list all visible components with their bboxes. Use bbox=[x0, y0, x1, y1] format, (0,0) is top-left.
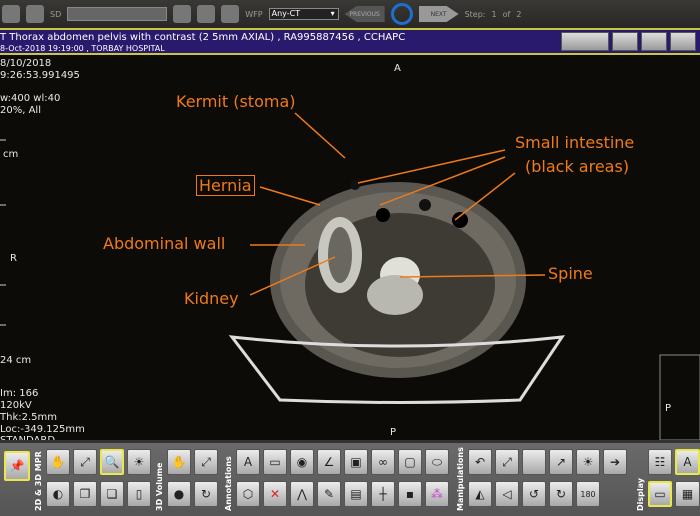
step-of: of bbox=[502, 9, 511, 19]
series-title-bar: T Thorax abdomen pelvis with contrast (2… bbox=[0, 28, 700, 55]
pixel-probe-icon[interactable]: ▪ bbox=[398, 481, 422, 507]
display-layout-icon[interactable]: ☷ bbox=[648, 449, 672, 475]
label-black-areas: (black areas) bbox=[525, 157, 630, 176]
sd-label: SD bbox=[50, 9, 62, 19]
step-total: 2 bbox=[516, 9, 522, 19]
angle-icon[interactable]: ∠ bbox=[317, 449, 341, 475]
label-kermit: Kermit (stoma) bbox=[176, 92, 296, 111]
rotate-left-icon[interactable]: ↺ bbox=[522, 481, 546, 507]
scale-unit: cm bbox=[3, 149, 19, 160]
series-title: T Thorax abdomen pelvis with contrast (2… bbox=[0, 32, 406, 43]
study-date: 8/10/2018 bbox=[0, 58, 52, 69]
link-dropdown-button[interactable] bbox=[561, 32, 609, 51]
3d-free-rotate-icon[interactable]: ↻ bbox=[194, 481, 218, 507]
3d-fit-icon[interactable]: ⤢ bbox=[194, 449, 218, 475]
delete-annotation-icon[interactable]: ✕ bbox=[263, 481, 287, 507]
wfp-label: WFP bbox=[245, 9, 263, 19]
density-icon[interactable]: ⁂ bbox=[425, 481, 449, 507]
label-hernia: Hernia bbox=[196, 175, 255, 196]
invert-icon[interactable]: ◐ bbox=[46, 481, 70, 507]
tape-measure-icon[interactable]: ◉ bbox=[290, 449, 314, 475]
flip-vertical-icon[interactable]: ◭ bbox=[468, 481, 492, 507]
window-level: w:400 wl:40 bbox=[0, 93, 61, 104]
worklist-icon[interactable] bbox=[26, 5, 44, 23]
text-arrow-icon[interactable]: A bbox=[236, 449, 260, 475]
top-toolbar: SD WFP Any-CT ▾ PREVIOUS NEXT Step: 1 of … bbox=[0, 0, 700, 28]
image-viewport[interactable]: 8/10/2018 9:26:53.991495 w:400 wl:40 20%… bbox=[0, 55, 700, 446]
previous-button[interactable]: PREVIOUS bbox=[344, 6, 385, 22]
fit-icon[interactable]: ⤢ bbox=[495, 449, 519, 475]
stack-icon[interactable]: ❐ bbox=[73, 481, 97, 507]
step-current: 1 bbox=[491, 9, 497, 19]
scale-box bbox=[659, 354, 700, 440]
orientation-top: A bbox=[394, 63, 401, 74]
roi-icon[interactable]: ▣ bbox=[344, 449, 368, 475]
single-view-icon[interactable]: ▭ bbox=[648, 481, 672, 507]
rotate-right-icon[interactable]: ↻ bbox=[549, 481, 573, 507]
zoom-level: 20%, All bbox=[0, 105, 41, 116]
multi-view-icon[interactable]: ▦ bbox=[675, 481, 700, 507]
scale-length: 24 cm bbox=[0, 355, 32, 366]
crosshair-icon[interactable]: ┼ bbox=[371, 481, 395, 507]
wfp-value: Any-CT bbox=[271, 9, 301, 18]
undo-icon[interactable]: ↶ bbox=[468, 449, 492, 475]
users-icon[interactable] bbox=[197, 5, 216, 23]
study-info: 8-Oct-2018 19:19:00 , TORBAY HOSPITAL bbox=[0, 44, 165, 53]
layout-grid-button[interactable] bbox=[670, 32, 696, 51]
sync-icon[interactable] bbox=[390, 3, 413, 25]
sd-input[interactable] bbox=[67, 7, 168, 21]
orientation-right: P bbox=[665, 403, 672, 414]
label-spine: Spine bbox=[548, 264, 593, 283]
slice-thickness: Thk:2.5mm bbox=[0, 412, 57, 423]
ruler-box-icon[interactable]: ▤ bbox=[344, 481, 368, 507]
orientation-bottom: P bbox=[390, 427, 397, 438]
polygon-icon[interactable]: ⬡ bbox=[236, 481, 260, 507]
kvp: 120kV bbox=[0, 400, 32, 411]
label-abdominal-wall: Abdominal wall bbox=[103, 234, 226, 253]
orientation-left: R bbox=[10, 253, 17, 264]
fit-screen-icon[interactable]: ⤢ bbox=[73, 449, 97, 475]
loop-icon[interactable]: ∞ bbox=[371, 449, 395, 475]
stack-bulb-icon[interactable]: ❏ bbox=[100, 481, 124, 507]
study-time: 9:26:53.991495 bbox=[0, 70, 80, 81]
group-2d3d-label: 2D & 3D MPR bbox=[34, 451, 43, 511]
caliper-icon[interactable]: ⋀ bbox=[290, 481, 314, 507]
clipboard-icon[interactable]: ▯ bbox=[127, 481, 151, 507]
group-manipulations-label: Manipulations bbox=[456, 447, 465, 511]
wfp-select[interactable]: Any-CT ▾ bbox=[268, 8, 339, 20]
brightness-icon[interactable]: ☀ bbox=[127, 449, 151, 475]
clapper-icon[interactable] bbox=[221, 5, 240, 23]
head-icon-button[interactable] bbox=[641, 32, 667, 51]
rectangle-icon[interactable]: ▢ bbox=[398, 449, 422, 475]
pointer-arrow-icon[interactable]: ↗ bbox=[549, 449, 573, 475]
ellipse-icon[interactable]: ⬭ bbox=[425, 449, 449, 475]
image-number: Im: 166 bbox=[0, 388, 39, 399]
3d-pan-icon[interactable]: ✋ bbox=[167, 449, 191, 475]
tool-palette: 📌 2D & 3D MPR ✋ ⤢ 🔍 ☀ ◐ ❐ ❏ ▯ 3D Volume … bbox=[0, 440, 700, 516]
pin-icon[interactable]: 📌 bbox=[4, 451, 30, 481]
forward-icon[interactable]: ➔ bbox=[603, 449, 627, 475]
blank-tool-icon[interactable] bbox=[522, 449, 546, 475]
add-icon[interactable] bbox=[173, 5, 192, 23]
pen-button[interactable] bbox=[612, 32, 638, 51]
display-text-icon[interactable]: A bbox=[675, 449, 700, 475]
magnify-icon[interactable]: 🔍 bbox=[100, 449, 124, 475]
3d-rotate-icon[interactable]: ● bbox=[167, 481, 191, 507]
next-button[interactable]: NEXT bbox=[418, 6, 459, 22]
pan-hand-icon[interactable]: ✋ bbox=[46, 449, 70, 475]
group-annotations-label: Annotations bbox=[224, 456, 233, 511]
text-box-icon[interactable]: ▭ bbox=[263, 449, 287, 475]
patient-icon[interactable] bbox=[2, 5, 20, 23]
step-label: Step: bbox=[464, 9, 486, 19]
pencil-icon[interactable]: ✎ bbox=[317, 481, 341, 507]
rotate-180-icon[interactable]: 180 bbox=[576, 481, 600, 507]
flip-horizontal-icon[interactable]: ◁ bbox=[495, 481, 519, 507]
contrast-icon[interactable]: ☀ bbox=[576, 449, 600, 475]
label-small-intestine: Small intestine bbox=[515, 133, 635, 152]
chevron-down-icon: ▾ bbox=[330, 9, 335, 18]
group-display-label: Display bbox=[636, 478, 645, 511]
group-3dvol-label: 3D Volume bbox=[155, 462, 164, 511]
label-kidney: Kidney bbox=[184, 289, 239, 308]
